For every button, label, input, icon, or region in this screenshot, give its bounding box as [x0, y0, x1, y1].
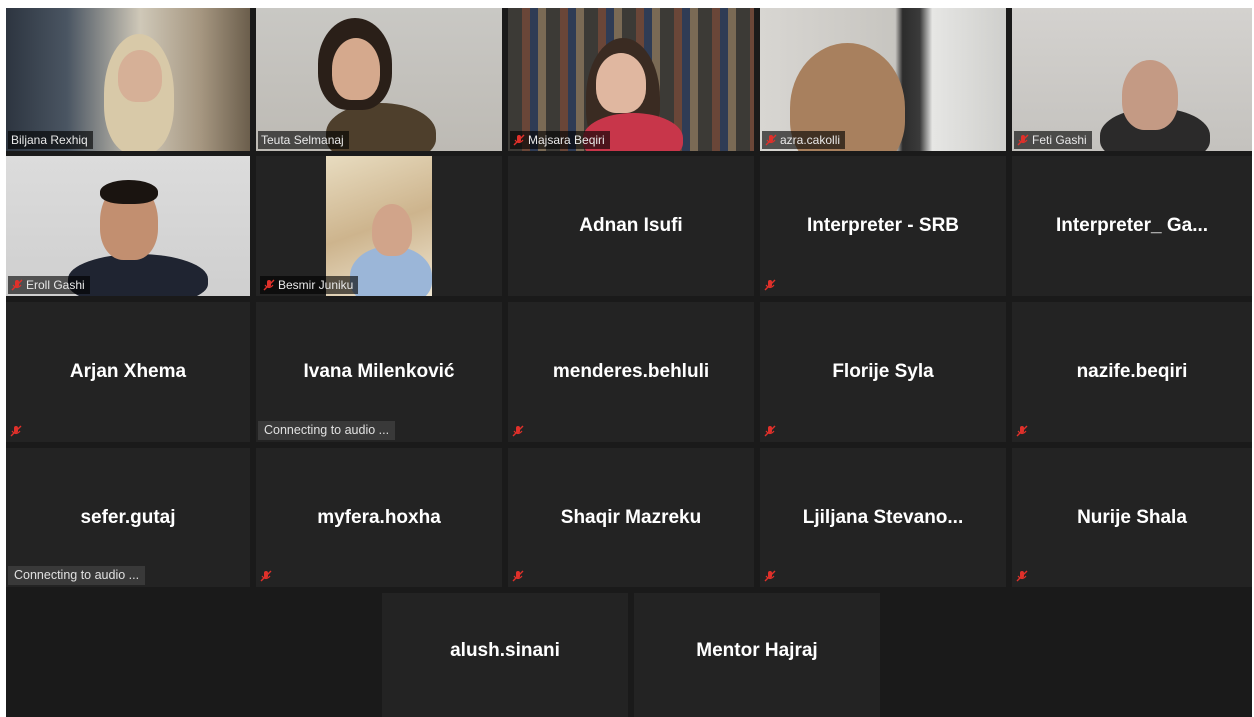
participant-name: sefer.gutaj — [80, 506, 176, 528]
participant-tile-video[interactable]: Eroll Gashi — [6, 156, 250, 296]
participant-tile-video[interactable]: Teuta Selmanaj — [256, 8, 502, 151]
participant-name: Nurije Shala — [1077, 506, 1187, 528]
participant-tile[interactable]: Ivana Milenković Connecting to audio ... — [256, 302, 502, 442]
participant-tile[interactable]: Mentor Hajraj — [634, 593, 880, 717]
mic-muted-icon — [765, 134, 777, 146]
participant-name: Ljiljana Stevano... — [802, 506, 964, 528]
participant-name: Arjan Xhema — [69, 361, 187, 382]
mic-muted-icon — [764, 279, 776, 291]
participant-name: Adnan Isufi — [579, 215, 683, 236]
participant-video — [508, 8, 754, 151]
mic-muted-icon — [764, 425, 776, 437]
participant-name: nazife.beqiri — [1076, 361, 1188, 382]
participant-name: Florije Syla — [832, 361, 934, 382]
participant-name: Mentor Hajraj — [696, 640, 818, 661]
participant-name: Interpreter - SRB — [806, 215, 960, 236]
mic-muted-icon — [263, 279, 275, 291]
participant-name: Ivana Milenković — [303, 361, 455, 382]
participant-tile-video[interactable]: Majsara Beqiri — [508, 8, 754, 151]
participant-tile-video[interactable]: azra.cakolli — [760, 8, 1006, 151]
mic-muted-icon — [1017, 134, 1029, 146]
mic-muted-icon — [11, 279, 23, 291]
participant-name-label: Majsara Beqiri — [510, 131, 610, 149]
participant-tile[interactable]: Adnan Isufi — [508, 156, 754, 296]
connecting-audio-status: Connecting to audio ... — [8, 566, 146, 585]
participant-tile[interactable]: sefer.gutaj Connecting to audio ... — [6, 448, 250, 587]
mic-muted-icon — [1016, 425, 1028, 437]
mic-muted-icon — [764, 570, 776, 582]
participant-tile[interactable]: nazife.beqiri — [1012, 302, 1252, 442]
mic-muted-icon — [512, 570, 524, 582]
participant-name: Shaqir Mazreku — [560, 506, 702, 528]
participant-name-label: Eroll Gashi — [8, 276, 90, 294]
participant-name-label: azra.cakolli — [762, 131, 846, 149]
participant-tile-video[interactable]: Feti Gashi — [1012, 8, 1252, 151]
participant-tile[interactable]: Interpreter_ Ga... — [1012, 156, 1252, 296]
participant-tile[interactable]: Interpreter - SRB — [760, 156, 1006, 296]
participant-name-label: Biljana Rexhiq — [8, 131, 93, 149]
participant-tile[interactable]: Arjan Xhema — [6, 302, 250, 442]
participant-video — [760, 8, 1006, 151]
meeting-gallery: Biljana Rexhiq Teuta Selmanaj Majsara Be… — [6, 8, 1252, 717]
participant-tile[interactable]: Florije Syla — [760, 302, 1006, 442]
mic-muted-icon — [512, 425, 524, 437]
participant-name: menderes.behluli — [552, 361, 710, 382]
participant-name-label: Teuta Selmanaj — [258, 131, 349, 149]
participant-name-label: Besmir Juniku — [260, 276, 359, 294]
participant-video — [256, 8, 502, 151]
mic-muted-icon — [10, 425, 22, 437]
participant-name: myfera.hoxha — [317, 506, 441, 528]
participant-tile-video[interactable]: Biljana Rexhiq — [6, 8, 250, 151]
connecting-audio-status: Connecting to audio ... — [258, 421, 396, 440]
participant-tile[interactable]: myfera.hoxha — [256, 448, 502, 587]
participant-video — [6, 8, 250, 151]
participant-tile[interactable]: Shaqir Mazreku — [508, 448, 754, 587]
participant-tile[interactable]: alush.sinani — [382, 593, 628, 717]
participant-tile-video[interactable]: Besmir Juniku — [256, 156, 502, 296]
participant-tile[interactable]: Nurije Shala — [1012, 448, 1252, 587]
participant-name-label: Feti Gashi — [1014, 131, 1092, 149]
participant-video — [6, 156, 250, 296]
participant-tile[interactable]: menderes.behluli — [508, 302, 754, 442]
participant-tile[interactable]: Ljiljana Stevano... — [760, 448, 1006, 587]
participant-video — [326, 156, 432, 296]
participant-video — [1012, 8, 1252, 151]
mic-muted-icon — [1016, 570, 1028, 582]
participant-name: Interpreter_ Ga... — [1055, 215, 1209, 236]
participant-name: alush.sinani — [450, 640, 560, 661]
mic-muted-icon — [513, 134, 525, 146]
mic-muted-icon — [260, 570, 272, 582]
